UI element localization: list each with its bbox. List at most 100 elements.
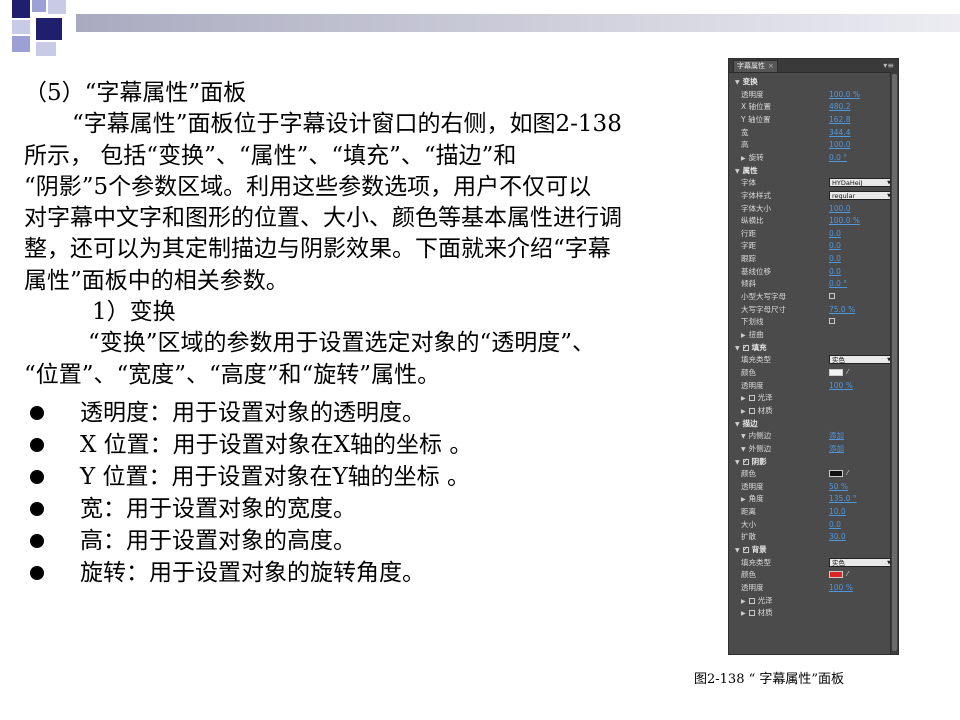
decor-square-light-5 xyxy=(36,42,56,56)
panel-row: 透明度 100 % xyxy=(729,380,890,391)
value-field[interactable]: 100 % xyxy=(829,380,853,391)
panel-row: 透明度 100 % xyxy=(729,582,890,593)
expand-right-icon[interactable]: ▶ xyxy=(741,330,746,341)
value-field[interactable]: 添加 xyxy=(829,430,844,441)
dropdown-select[interactable]: 实色▼ xyxy=(829,355,893,365)
label-text: 透明度 xyxy=(741,583,764,592)
expand-down-icon[interactable]: ▼ xyxy=(735,457,740,468)
expand-down-icon[interactable]: ▼ xyxy=(735,545,740,556)
panel-row: ▼ 填充 xyxy=(729,342,890,353)
bullet-dot-icon xyxy=(30,406,44,420)
decor-square-light-1 xyxy=(32,0,46,12)
panel-menu-icon[interactable]: ▾≡ xyxy=(883,59,894,72)
checkbox[interactable] xyxy=(748,610,755,617)
value-field[interactable]: 0.0 xyxy=(829,228,841,239)
value-field[interactable]: 100.0 xyxy=(829,139,850,150)
value-field[interactable]: 50 % xyxy=(829,481,848,492)
panel-row-label: 大写字母尺寸 xyxy=(741,304,786,315)
scrollbar-thumb[interactable] xyxy=(892,74,897,651)
eyedropper-icon[interactable]: ⁄ xyxy=(847,569,848,580)
panel-row-label: ▶ 角度 xyxy=(741,493,764,505)
panel-tabbar: 字幕属性 × ▾≡ xyxy=(729,59,898,73)
eyedropper-icon[interactable]: ⁄ xyxy=(847,468,848,479)
panel-row-label: ▶ 材质 xyxy=(741,405,773,417)
expand-right-icon[interactable]: ▶ xyxy=(741,494,746,505)
expand-down-icon[interactable]: ▼ xyxy=(735,343,740,354)
expand-down-icon[interactable]: ▼ xyxy=(735,166,740,177)
value-field[interactable]: 0.0 xyxy=(829,266,841,277)
checkbox[interactable] xyxy=(829,293,835,300)
panel-row: ▶ 扭曲 xyxy=(729,329,890,340)
dropdown-select[interactable]: HYDaHeiJ▼ xyxy=(829,178,893,188)
panel-row-label: ▼ 阴影 xyxy=(735,456,767,468)
checkbox[interactable] xyxy=(742,456,749,467)
close-icon[interactable]: × xyxy=(768,62,774,70)
color-swatch[interactable] xyxy=(829,368,843,376)
panel-row-label: 距离 xyxy=(741,506,756,517)
eyedropper-icon[interactable]: ⁄ xyxy=(847,367,848,378)
label-text: 颜色 xyxy=(741,367,756,377)
value-field[interactable]: 100.0 % xyxy=(829,89,860,100)
expand-down-icon[interactable]: ▼ xyxy=(741,431,746,442)
value-field[interactable]: 100.0 % xyxy=(829,215,860,226)
value-field[interactable]: 10.0 xyxy=(829,506,846,517)
tab-title-properties[interactable]: 字幕属性 × xyxy=(733,60,778,72)
expand-right-icon[interactable]: ▶ xyxy=(741,596,746,607)
checkbox[interactable] xyxy=(748,597,755,604)
value-field[interactable]: 135.0 ° xyxy=(829,493,857,504)
expand-right-icon[interactable]: ▶ xyxy=(741,608,746,619)
value-field[interactable]: 100 % xyxy=(829,582,853,593)
value-field[interactable]: 0.0 xyxy=(829,519,841,530)
color-swatch[interactable] xyxy=(829,571,843,579)
color-swatch[interactable] xyxy=(829,470,843,478)
panel-row-label: 颜色 xyxy=(741,569,756,580)
panel-row: ▼ 属性 xyxy=(729,165,890,176)
dropdown-value: HYDaHeiJ xyxy=(832,179,863,188)
expand-down-icon[interactable]: ▼ xyxy=(735,77,740,88)
checkbox[interactable] xyxy=(742,342,749,353)
value-field[interactable]: 480.2 xyxy=(829,101,850,112)
label-text: 填充类型 xyxy=(741,355,771,365)
value-field[interactable]: 0.0 ° xyxy=(829,152,847,163)
value-field[interactable]: 162.8 xyxy=(829,114,850,125)
panel-row-label: Y 轴位置 xyxy=(741,114,770,125)
label-text: 跟踪 xyxy=(741,254,756,264)
bullet-dot-icon xyxy=(30,470,44,484)
label-text: 字体 xyxy=(741,178,756,188)
paragraph-line: 属性”面板中的相关参数。 xyxy=(24,267,289,294)
panel-row-label: 填充类型 xyxy=(741,354,771,365)
dropdown-select[interactable]: 实色▼ xyxy=(829,557,893,567)
value-field[interactable]: 30.0 xyxy=(829,531,846,542)
value-field[interactable]: 添加 xyxy=(829,443,844,454)
checkbox[interactable] xyxy=(748,407,755,414)
label-text: 外侧边 xyxy=(748,443,772,453)
value-field[interactable]: 0.0 xyxy=(829,240,841,251)
expand-right-icon[interactable]: ▶ xyxy=(741,393,746,404)
expand-down-icon[interactable]: ▼ xyxy=(741,444,746,455)
expand-down-icon[interactable]: ▼ xyxy=(735,419,740,430)
expand-right-icon[interactable]: ▶ xyxy=(741,153,746,164)
value-field[interactable]: 344.4 xyxy=(829,127,850,138)
bullet-text: X 位置：用于设置对象在X轴的坐标 。 xyxy=(80,432,473,458)
decor-square-light-3 xyxy=(12,20,30,34)
value-field[interactable]: 100.0 xyxy=(829,203,850,214)
panel-row-label: 字体样式 xyxy=(741,190,771,201)
panel-scrollbar[interactable] xyxy=(890,72,898,654)
value-field[interactable]: 75.0 % xyxy=(829,304,855,315)
checkbox[interactable] xyxy=(748,395,755,402)
value-field[interactable]: 0.0 xyxy=(829,253,841,264)
value-field[interactable]: 0.0 ° xyxy=(829,278,847,289)
panel-row-label: 透明度 xyxy=(741,582,764,593)
panel-row: ▶ 材质 xyxy=(729,405,890,416)
dropdown-select[interactable]: regular▼ xyxy=(829,190,893,200)
decor-square-navy-2 xyxy=(36,18,62,40)
panel-row: Y 轴位置 162.8 xyxy=(729,114,890,125)
expand-right-icon[interactable]: ▶ xyxy=(741,406,746,417)
label-text: 材质 xyxy=(757,608,773,618)
bullet-text: 旋转：用于设置对象的旋转角度。 xyxy=(80,560,425,586)
bullet-dot-icon xyxy=(30,438,44,452)
bullet-text: Y 位置：用于设置对象在Y轴的坐标 。 xyxy=(80,464,470,490)
checkbox[interactable] xyxy=(829,318,835,325)
bullet-dot-icon xyxy=(30,502,44,516)
checkbox[interactable] xyxy=(742,544,749,555)
